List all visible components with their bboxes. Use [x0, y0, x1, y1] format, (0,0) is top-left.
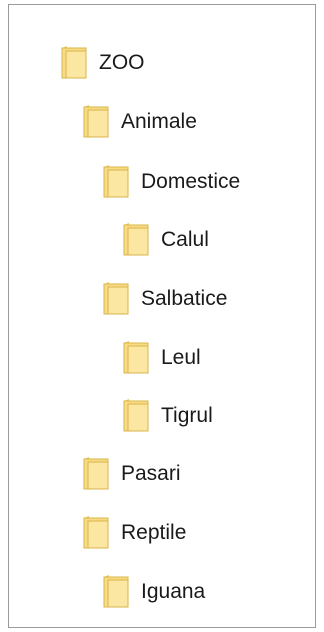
tree-item-tigrul[interactable]: Tigrul	[123, 395, 213, 435]
tree-item-reptile[interactable]: Reptile	[83, 512, 186, 552]
tree-item-label: Animale	[121, 109, 197, 133]
tree-item-label: Domestice	[141, 169, 241, 193]
tree-item-leul[interactable]: Leul	[123, 337, 201, 377]
tree-item-salbatice[interactable]: Salbatice	[103, 278, 227, 318]
tree-item-label: ZOO	[99, 50, 145, 74]
folder-icon	[123, 222, 149, 256]
tree-item-label: Pasari	[121, 461, 181, 485]
tree-item-iguana[interactable]: Iguana	[103, 571, 205, 611]
tree-item-label: Calul	[161, 227, 209, 251]
folder-icon	[61, 45, 87, 79]
tree-item-label: Reptile	[121, 520, 187, 544]
tree-item-label: Iguana	[141, 579, 206, 603]
folder-icon	[83, 515, 109, 549]
tree-item-animale[interactable]: Animale	[83, 101, 197, 141]
tree-item-label: Salbatice	[141, 286, 228, 310]
tree-item-label: Leul	[161, 345, 201, 369]
folder-icon	[103, 281, 129, 315]
tree-item-label: Tigrul	[161, 403, 213, 427]
folder-icon	[123, 340, 149, 374]
tree-item-domestice[interactable]: Domestice	[103, 161, 240, 201]
folder-icon	[83, 104, 109, 138]
tree-item-pasari[interactable]: Pasari	[83, 453, 181, 493]
folder-tree-panel: ZOO Animale Domestice Calul Salbatice Le…	[8, 4, 316, 628]
folder-icon	[123, 398, 149, 432]
folder-icon	[103, 574, 129, 608]
folder-icon	[83, 456, 109, 490]
tree-item-calul[interactable]: Calul	[123, 219, 209, 259]
tree-item-zoo[interactable]: ZOO	[61, 42, 145, 82]
folder-icon	[103, 164, 129, 198]
